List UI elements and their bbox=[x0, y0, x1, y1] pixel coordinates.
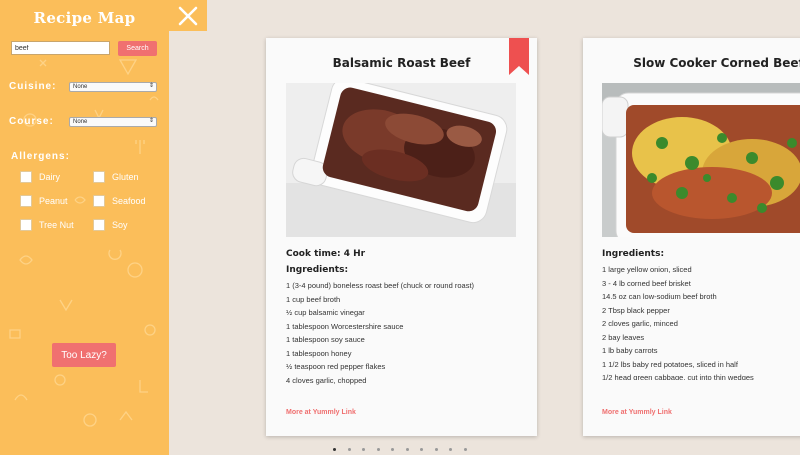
allergen-tree-nut[interactable]: Tree Nut bbox=[20, 219, 74, 231]
pagination-dot[interactable] bbox=[463, 448, 467, 451]
ingredients-heading: Ingredients: bbox=[286, 265, 349, 275]
course-select[interactable]: None ⇕ bbox=[69, 117, 157, 127]
ingredient-item: 1 lb baby carrots bbox=[602, 346, 658, 355]
yummly-link[interactable]: More at Yummly Link bbox=[286, 409, 356, 416]
allergen-dairy[interactable]: Dairy bbox=[20, 171, 60, 183]
allergen-label: Gluten bbox=[112, 172, 139, 182]
close-button[interactable] bbox=[169, 0, 207, 31]
allergen-label: Tree Nut bbox=[39, 220, 74, 230]
allergen-checkbox[interactable] bbox=[93, 219, 105, 231]
recipe-title: Balsamic Roast Beef bbox=[332, 56, 471, 70]
allergen-checkbox[interactable] bbox=[20, 171, 32, 183]
ingredients-heading: Ingredients: bbox=[602, 249, 665, 259]
yummly-link[interactable]: More at Yummly Link bbox=[602, 409, 672, 416]
pagination-dot[interactable] bbox=[449, 448, 452, 451]
pagination-dot[interactable] bbox=[333, 448, 336, 451]
allergen-peanut[interactable]: Peanut bbox=[20, 195, 68, 207]
ingredient-item: ½ cup balsamic vinegar bbox=[286, 308, 365, 317]
recipe-card[interactable]: Balsamic Roast Beef Cook time: 4 Hr Ingr… bbox=[266, 38, 537, 436]
course-select-value: None bbox=[73, 119, 88, 125]
ingredient-item: 3 - 4 lb corned beef brisket bbox=[602, 278, 691, 288]
allergen-checkbox[interactable] bbox=[20, 195, 32, 207]
pagination-dot[interactable] bbox=[391, 448, 394, 451]
course-label: Course: bbox=[9, 116, 54, 127]
recipe-image bbox=[286, 83, 516, 237]
pagination-dots bbox=[333, 448, 478, 451]
ingredient-item: 1 large yellow onion, sliced bbox=[602, 265, 692, 274]
allergens-label: Allergens: bbox=[11, 151, 70, 162]
ingredient-item: 1 cup beef broth bbox=[286, 294, 341, 304]
ingredient-item: 1 1/2 lbs baby red potatoes, sliced in h… bbox=[602, 359, 738, 369]
pagination-dot[interactable] bbox=[347, 448, 351, 451]
allergen-checkbox[interactable] bbox=[93, 195, 105, 207]
ingredient-item: 1 (3-4 pound) boneless roast beef (chuck… bbox=[286, 281, 475, 290]
allergen-checkbox[interactable] bbox=[93, 171, 105, 183]
pagination-dot[interactable] bbox=[405, 448, 409, 451]
cook-time: Cook time: 4 Hr bbox=[286, 249, 366, 259]
recipe-title: Slow Cooker Corned Beef bbox=[633, 56, 800, 70]
ingredient-item: 1 tablespoon soy sauce bbox=[286, 335, 365, 344]
too-lazy-button[interactable]: Too Lazy? bbox=[52, 343, 116, 367]
ingredient-item: 2 Tbsp black pepper bbox=[602, 305, 670, 315]
search-button[interactable]: Search bbox=[118, 41, 157, 56]
search-input[interactable] bbox=[11, 41, 110, 55]
allergen-label: Soy bbox=[112, 220, 128, 230]
select-arrows-icon: ⇕ bbox=[148, 118, 154, 124]
ingredient-item: 1 tablespoon Worcestershire sauce bbox=[286, 321, 404, 331]
cuisine-select-value: None bbox=[73, 84, 88, 90]
recipe-image bbox=[602, 83, 800, 237]
cuisine-label: Cuisine: bbox=[9, 81, 57, 92]
app-title: Recipe Map bbox=[33, 9, 136, 27]
select-arrows-icon: ⇕ bbox=[148, 83, 154, 89]
cuisine-select[interactable]: None ⇕ bbox=[69, 82, 157, 92]
pagination-dot[interactable] bbox=[420, 448, 423, 451]
ingredient-item: 2 cloves garlic, minced bbox=[602, 319, 678, 328]
ingredient-item: ½ teaspoon red pepper flakes bbox=[286, 362, 386, 371]
ingredients-list: 1 (3-4 pound) boneless roast beef (chuck… bbox=[286, 279, 533, 389]
pagination-dot[interactable] bbox=[434, 448, 438, 451]
allergen-gluten[interactable]: Gluten bbox=[93, 171, 139, 183]
allergen-soy[interactable]: Soy bbox=[93, 219, 128, 231]
ingredient-item: 4 cloves garlic, chopped bbox=[286, 375, 367, 385]
recipe-card[interactable]: Slow Cooker Corned Beef Ingredients: 1 l… bbox=[583, 38, 800, 436]
ingredient-item: 14.5 oz can low-sodium beef broth bbox=[602, 292, 717, 301]
ingredients-list: 1 large yellow onion, sliced 3 - 4 lb co… bbox=[602, 263, 800, 380]
ingredient-item: 2 bay leaves bbox=[602, 332, 645, 342]
ingredient-item: 1 tablespoon honey bbox=[286, 348, 352, 358]
allergen-checkbox[interactable] bbox=[20, 219, 32, 231]
allergen-label: Seafood bbox=[112, 196, 146, 206]
close-icon bbox=[178, 6, 198, 25]
allergen-label: Peanut bbox=[39, 196, 68, 206]
pagination-dot[interactable] bbox=[376, 448, 380, 451]
ingredient-item: 1/2 head green cabbage, cut into thin we… bbox=[602, 373, 754, 380]
allergen-label: Dairy bbox=[39, 172, 61, 182]
allergen-seafood[interactable]: Seafood bbox=[93, 195, 146, 207]
sidebar: Recipe Map Search Cuisine: None ⇕ Course… bbox=[0, 0, 169, 455]
pagination-dot[interactable] bbox=[362, 448, 365, 451]
